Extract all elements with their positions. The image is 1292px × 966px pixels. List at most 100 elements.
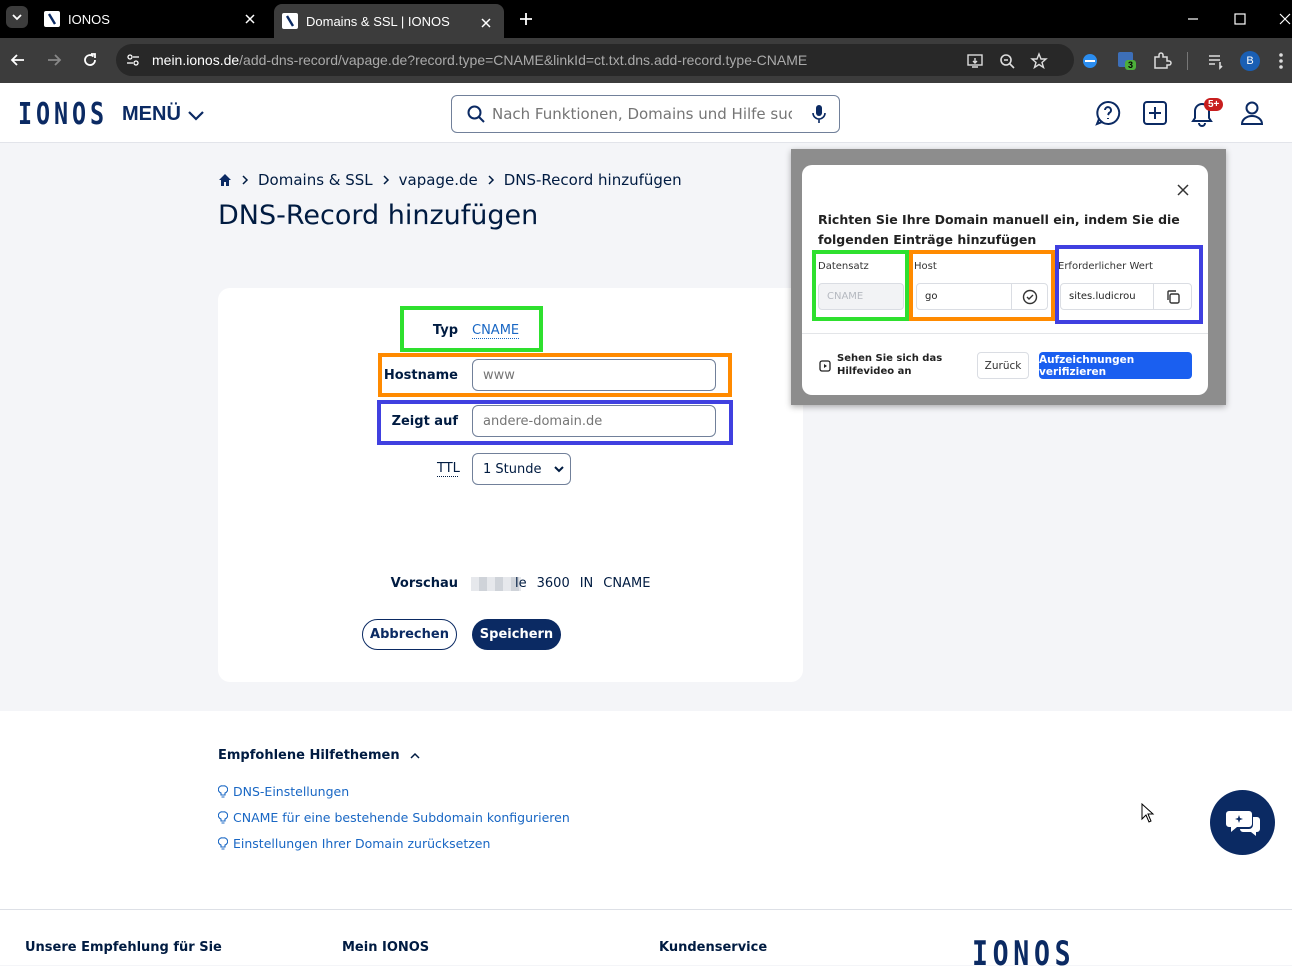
help-link-dns-settings[interactable]: DNS-Einstellungen — [218, 784, 349, 799]
preview-ttl: 3600 — [536, 576, 570, 591]
browser-toolbar: mein.ionos.de/add-dns-record/vapage.de?r… — [0, 38, 1292, 83]
redacted-domain — [471, 576, 521, 591]
preview-type: CNAME — [603, 576, 651, 591]
highlight-points-to-box — [377, 400, 733, 445]
highlight-type-box — [400, 306, 543, 352]
footer-my-ionos-heading: Mein IONOS — [342, 940, 430, 955]
footer-recommendation-heading: Unsere Empfehlung für Sie — [25, 940, 222, 955]
reading-list-icon[interactable] — [1206, 51, 1226, 71]
user-account-icon[interactable] — [1238, 99, 1266, 127]
close-window-button[interactable] — [1276, 10, 1292, 28]
close-icon[interactable] — [478, 15, 494, 31]
ttl-selected-value: 1 Stunde — [483, 461, 542, 477]
arrow-left-icon — [10, 54, 24, 66]
home-icon[interactable] — [218, 173, 232, 187]
help-topics-toggle[interactable]: Empfohlene Hilfethemen — [218, 748, 420, 763]
install-app-icon[interactable] — [966, 52, 984, 70]
bookmark-star-icon[interactable] — [1030, 52, 1048, 70]
forward-button[interactable] — [44, 50, 64, 70]
ionos-favicon-icon — [282, 13, 298, 29]
preview-label: Vorschau — [390, 576, 458, 591]
chevron-down-icon — [188, 110, 204, 121]
chevron-right-icon — [242, 175, 249, 185]
highlight-record-box — [812, 250, 909, 321]
ttl-label[interactable]: TTL — [437, 461, 460, 477]
extensions-puzzle-icon[interactable] — [1152, 51, 1172, 71]
tab-search-button[interactable] — [6, 6, 28, 28]
help-link-text: Einstellungen Ihrer Domain zurücksetzen — [233, 836, 491, 851]
minimize-button[interactable] — [1184, 10, 1202, 28]
add-square-icon[interactable] — [1141, 99, 1169, 127]
help-link-cname-subdomain[interactable]: CNAME für eine bestehende Subdomain konf… — [218, 810, 570, 825]
chevron-right-icon — [383, 175, 389, 185]
maximize-button[interactable] — [1231, 10, 1249, 28]
extension-badge: 3 — [1125, 60, 1137, 70]
site-footer: Unsere Empfehlung für Sie Mein IONOS Kun… — [0, 909, 1292, 966]
help-chat-icon[interactable] — [1094, 99, 1122, 127]
reload-button[interactable] — [80, 50, 100, 70]
chevron-up-icon — [410, 752, 420, 759]
url-text: mein.ionos.de/add-dns-record/vapage.de?r… — [152, 52, 807, 68]
mouse-cursor-icon — [1141, 803, 1155, 823]
modal-heading: Richten Sie Ihre Domain manuell ein, ind… — [818, 212, 1180, 247]
modal-divider — [802, 333, 1208, 334]
lightbulb-icon — [218, 837, 228, 850]
main-menu-button[interactable]: MENÜ — [122, 103, 205, 126]
help-video-link[interactable]: Sehen Sie sich das Hilfevideo an — [837, 352, 977, 378]
arrow-right-icon — [48, 54, 62, 66]
footer-customer-service-heading: Kundenservice — [659, 940, 768, 955]
url-domain: mein.ionos.de — [152, 52, 240, 68]
breadcrumb-domains-ssl[interactable]: Domains & SSL — [258, 171, 373, 189]
notification-badge: 5+ — [1204, 98, 1224, 111]
tab-ionos[interactable]: IONOS — [36, 0, 268, 38]
browser-tab-bar: IONOS Domains & SSL | IONOS — [0, 0, 1292, 38]
extension-blue-icon[interactable] — [1080, 51, 1100, 71]
breadcrumb-current: DNS-Record hinzufügen — [503, 171, 682, 189]
tab-domains-ssl[interactable]: Domains & SSL | IONOS — [274, 4, 504, 38]
maximize-icon — [1234, 13, 1246, 25]
menu-label: MENÜ — [122, 103, 181, 125]
new-tab-button[interactable] — [516, 9, 536, 29]
site-info-icon[interactable] — [122, 49, 144, 71]
footer-ionos-logo[interactable]: IONOS — [972, 934, 1075, 966]
help-topics-title: Empfohlene Hilfethemen — [218, 748, 400, 763]
search-box[interactable] — [451, 95, 840, 133]
address-bar[interactable]: mein.ionos.de/add-dns-record/vapage.de?r… — [116, 44, 1074, 76]
help-link-reset-domain[interactable]: Einstellungen Ihrer Domain zurücksetzen — [218, 836, 490, 851]
breadcrumb: Domains & SSL vapage.de DNS-Record hinzu… — [218, 171, 682, 189]
kebab-menu-icon[interactable] — [1276, 51, 1292, 71]
back-button[interactable] — [8, 50, 28, 70]
video-play-icon[interactable] — [819, 360, 831, 372]
search-icon — [467, 105, 485, 123]
extension-counter-icon[interactable]: 3 — [1117, 51, 1137, 71]
close-icon — [1279, 13, 1291, 25]
tab-title: IONOS — [68, 11, 110, 27]
site-header: IONOS MENÜ 5+ — [0, 83, 1292, 143]
help-section — [0, 711, 1292, 909]
chevron-right-icon — [488, 175, 494, 185]
reload-icon — [84, 53, 96, 66]
verify-records-button[interactable]: Aufzeichnungen verifizieren — [1039, 352, 1192, 379]
cancel-button[interactable]: Abbrechen — [362, 619, 457, 650]
url-path: /add-dns-record/vapage.de?record.type=CN… — [239, 52, 808, 68]
microphone-icon[interactable] — [812, 104, 826, 124]
search-input[interactable] — [492, 105, 792, 123]
preview-host-suffix: le — [515, 576, 527, 591]
close-icon[interactable] — [1177, 184, 1189, 196]
help-link-text: CNAME für eine bestehende Subdomain konf… — [233, 810, 570, 825]
close-icon[interactable] — [242, 11, 258, 27]
profile-avatar[interactable]: B — [1240, 51, 1260, 71]
save-button[interactable]: Speichern — [472, 619, 561, 650]
lightbulb-icon — [218, 811, 228, 824]
back-button[interactable]: Zurück — [977, 352, 1029, 379]
zoom-icon[interactable] — [998, 52, 1016, 70]
plus-icon — [520, 13, 532, 25]
chevron-down-icon — [12, 14, 22, 21]
ionos-logo[interactable]: IONOS — [18, 97, 108, 132]
minimize-icon — [1188, 18, 1198, 20]
breadcrumb-domain[interactable]: vapage.de — [399, 171, 478, 189]
ttl-select[interactable]: 1 Stunde — [472, 453, 571, 485]
chevron-down-icon — [554, 466, 564, 473]
highlight-host-box — [909, 250, 1055, 321]
chat-support-button[interactable] — [1210, 790, 1275, 855]
